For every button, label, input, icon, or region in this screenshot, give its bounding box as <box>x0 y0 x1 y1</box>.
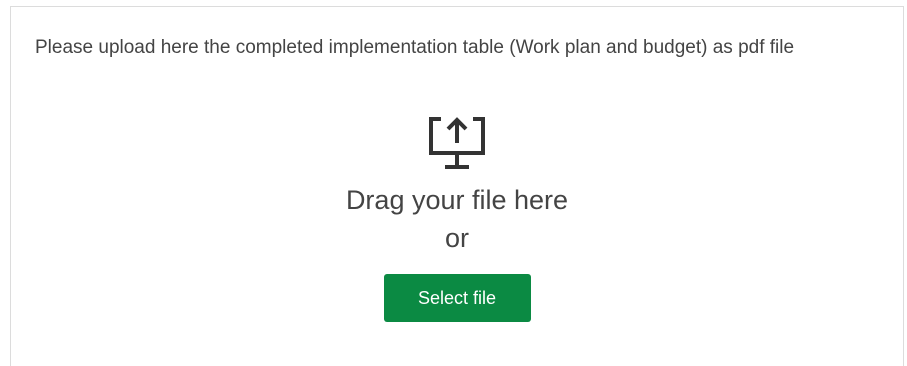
select-file-button[interactable]: Select file <box>383 274 531 322</box>
monitor-upload-icon <box>429 117 485 169</box>
drag-file-text: Drag your file here <box>345 185 569 215</box>
upload-instructions: Please upload here the completed impleme… <box>35 37 795 58</box>
or-separator: or <box>444 223 469 253</box>
file-dropzone[interactable]: Drag your file here or Select file <box>11 115 903 322</box>
upload-panel: Please upload here the completed impleme… <box>10 6 904 366</box>
